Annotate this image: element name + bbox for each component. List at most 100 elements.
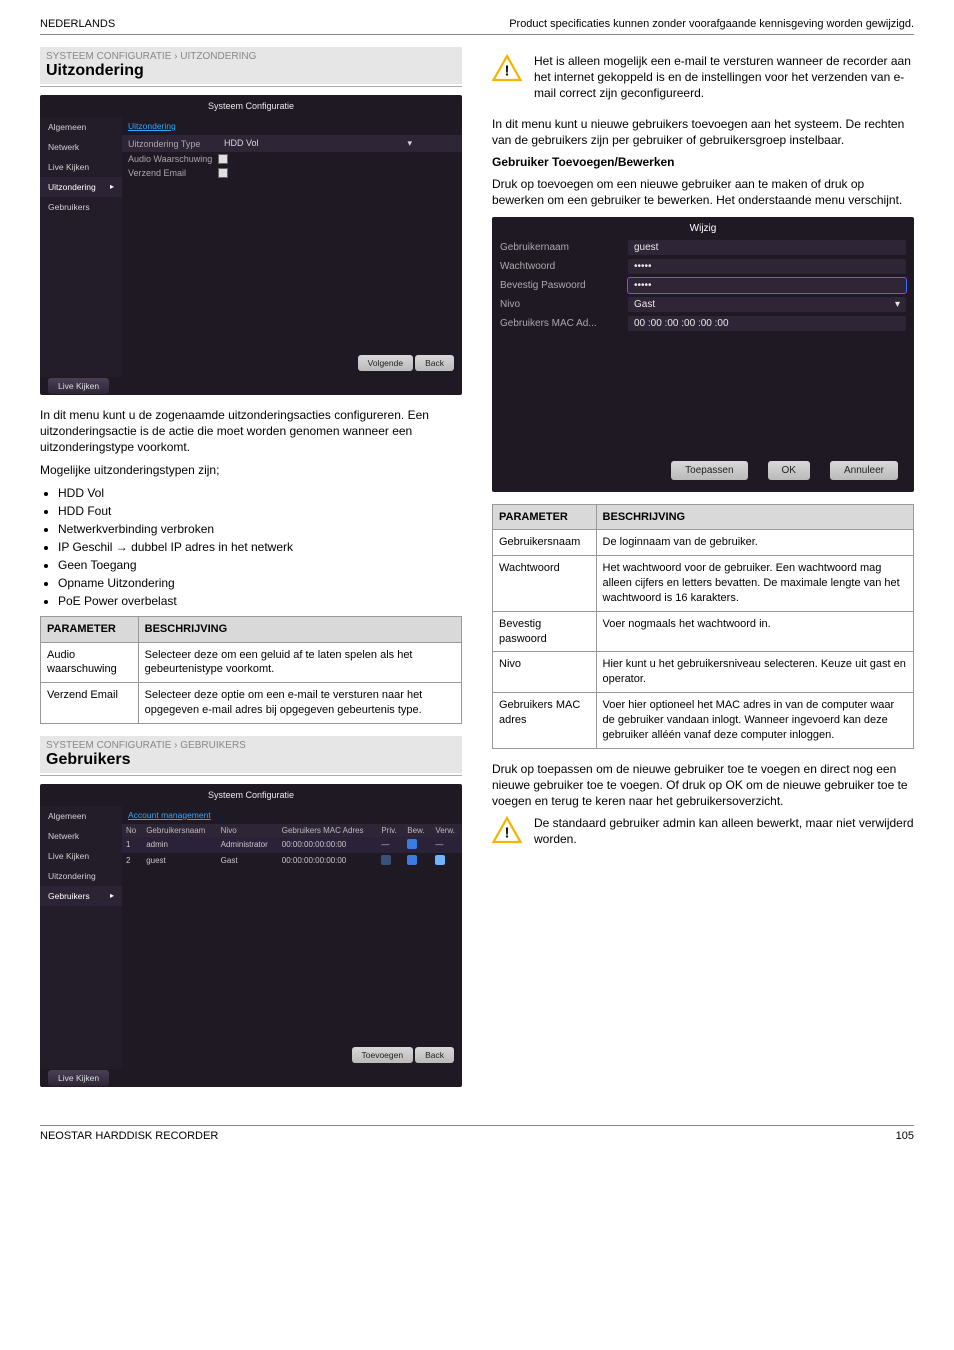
- users-screenshot: Systeem Configuratie Algemeen Netwerk Li…: [40, 784, 462, 1087]
- edit-icon[interactable]: [407, 855, 417, 865]
- sidebar-item-uitzondering[interactable]: Uitzondering: [40, 866, 122, 886]
- username-input[interactable]: guest: [628, 240, 906, 255]
- panel-title: Systeem Configuratie: [40, 784, 462, 806]
- exception-screenshot: Systeem Configuratie Algemeen Netwerk Li…: [40, 95, 462, 395]
- sidebar-item-livekijken[interactable]: Live Kijken: [40, 846, 122, 866]
- user-param-table: PARAMETERBESCHRIJVING GebruikersnaamDe l…: [492, 504, 914, 749]
- edit-user-modal: Wijzig Gebruikernaam guest Wachtwoord ••••…: [492, 217, 914, 492]
- td: Hier kunt u het gebruikersniveau selecte…: [596, 652, 913, 693]
- cancel-button[interactable]: Annuleer: [830, 461, 898, 480]
- td: Voer nogmaals het wachtwoord in.: [596, 611, 913, 652]
- th-parameter: PARAMETER: [493, 504, 597, 530]
- audio-checkbox[interactable]: [218, 154, 228, 164]
- delete-icon[interactable]: [435, 855, 445, 865]
- sidebar: Algemeen Netwerk Live Kijken Uitzonderin…: [40, 806, 122, 1069]
- sidebar-item-netwerk[interactable]: Netwerk: [40, 137, 122, 157]
- td: Nivo: [493, 652, 597, 693]
- divider: [40, 86, 462, 87]
- email-checkbox[interactable]: [218, 168, 228, 178]
- list-item: HDD Fout: [58, 502, 462, 520]
- sidebar-item-gebruikers[interactable]: Gebruikers▸: [40, 886, 122, 906]
- sidebar-item-netwerk[interactable]: Netwerk: [40, 826, 122, 846]
- breadcrumb: Uitzondering: [122, 117, 462, 135]
- field-label: Wachtwoord: [500, 261, 620, 272]
- th: Nivo: [217, 824, 278, 837]
- next-button[interactable]: Volgende: [358, 355, 413, 371]
- sidebar-item-algemeen[interactable]: Algemeen: [40, 117, 122, 137]
- divider: [40, 775, 462, 776]
- warning-block: ! De standaard gebruiker admin kan allee…: [492, 815, 914, 847]
- svg-text:!: !: [505, 63, 510, 80]
- td: Gebruikersnaam: [493, 530, 597, 556]
- mac-input[interactable]: 00 :00 :00 :00 :00 :00: [628, 316, 906, 331]
- footer-left: NEOSTAR HARDDISK RECORDER: [40, 1130, 218, 1142]
- warning-icon: !: [492, 815, 522, 845]
- exception-type-select[interactable]: HDD Vol▾: [218, 137, 418, 150]
- kicker: SYSTEEM CONFIGURATIE › UITZONDERING: [46, 51, 456, 62]
- section-header-users: SYSTEEM CONFIGURATIE › GEBRUIKERS Gebrui…: [40, 736, 462, 773]
- td: Het wachtwoord voor de gebruiker. Een wa…: [596, 556, 913, 612]
- user-table: No Gebruikersnaam Nivo Gebruikers MAC Ad…: [122, 824, 462, 869]
- left-column: SYSTEEM CONFIGURATIE › UITZONDERING Uitz…: [40, 47, 462, 1099]
- kicker: SYSTEEM CONFIGURATIE › GEBRUIKERS: [46, 740, 456, 751]
- back-button[interactable]: Back: [415, 355, 454, 371]
- th: Verw.: [431, 824, 462, 837]
- sidebar-item-gebruikers[interactable]: Gebruikers: [40, 197, 122, 217]
- apply-button[interactable]: Toepassen: [671, 461, 747, 480]
- modal-title: Wijzig: [494, 219, 912, 238]
- field-label: Nivo: [500, 299, 620, 310]
- sidebar: Algemeen Netwerk Live Kijken Uitzonderin…: [40, 117, 122, 377]
- confirm-password-input[interactable]: •••••: [628, 278, 906, 293]
- list-item: Netwerkverbinding verbroken: [58, 520, 462, 538]
- th: Bew.: [403, 824, 431, 837]
- list-item: Opname Uitzondering: [58, 574, 462, 592]
- ok-button[interactable]: OK: [768, 461, 810, 480]
- td: Selecteer deze optie om een e-mail te ve…: [138, 683, 461, 724]
- chevron-down-icon: ▾: [407, 138, 412, 149]
- edit-icon[interactable]: [407, 839, 417, 849]
- privilege-icon[interactable]: [381, 855, 391, 865]
- live-kijken-button[interactable]: Live Kijken: [48, 378, 109, 394]
- th: Gebruikersnaam: [142, 824, 216, 837]
- field-label: Gebruikernaam: [500, 242, 620, 253]
- panel-title: Systeem Configuratie: [40, 95, 462, 117]
- chevron-right-icon: ▸: [110, 182, 114, 191]
- row-label: Uitzondering Type: [128, 139, 218, 149]
- td: Voer hier optioneel het MAC adres in van…: [596, 693, 913, 749]
- field-label: Bevestig Paswoord: [500, 280, 620, 291]
- body-text: In dit menu kunt u de zogenaamde uitzond…: [40, 407, 462, 456]
- table-row[interactable]: 1 admin Administrator 00:00:00:00:00:00 …: [122, 837, 462, 853]
- body-text: Mogelijke uitzonderingstypen zijn;: [40, 462, 462, 478]
- th: Gebruikers MAC Adres: [278, 824, 378, 837]
- warning-block: ! Het is alleen mogelijk een e-mail te v…: [492, 53, 914, 102]
- chevron-right-icon: ▸: [110, 891, 114, 900]
- header-right: Product specificaties kunnen zonder voor…: [509, 18, 914, 30]
- list-item: Geen Toegang: [58, 556, 462, 574]
- password-input[interactable]: •••••: [628, 259, 906, 274]
- td: Bevestig paswoord: [493, 611, 597, 652]
- live-kijken-button[interactable]: Live Kijken: [48, 1070, 109, 1086]
- warning-icon: !: [492, 53, 522, 83]
- row-label: Audio Waarschuwing: [128, 154, 218, 164]
- back-button[interactable]: Back: [415, 1047, 454, 1063]
- add-button[interactable]: Toevoegen: [352, 1047, 414, 1063]
- th: Priv.: [377, 824, 403, 837]
- list-item: IP Geschil → dubbel IP adres in het netw…: [58, 538, 462, 556]
- sidebar-item-algemeen[interactable]: Algemeen: [40, 806, 122, 826]
- td: Wachtwoord: [493, 556, 597, 612]
- title: Gebruikers: [46, 751, 456, 769]
- title: Uitzondering: [46, 62, 456, 80]
- sidebar-item-livekijken[interactable]: Live Kijken: [40, 157, 122, 177]
- td: Gebruikers MAC adres: [493, 693, 597, 749]
- breadcrumb: Account management: [122, 806, 462, 824]
- field-label: Gebruikers MAC Ad...: [500, 318, 620, 329]
- row-label: Verzend Email: [128, 168, 218, 178]
- td: Verzend Email: [41, 683, 139, 724]
- sidebar-item-uitzondering[interactable]: Uitzondering▸: [40, 177, 122, 197]
- header-left: NEDERLANDS: [40, 18, 115, 30]
- subheading: Gebruiker Toevoegen/Bewerken: [492, 154, 914, 170]
- table-row[interactable]: 2 guest Gast 00:00:00:00:00:00: [122, 853, 462, 869]
- footer-right: 105: [896, 1130, 914, 1142]
- nivo-select[interactable]: Gast▾: [628, 297, 906, 312]
- section-header-exception: SYSTEEM CONFIGURATIE › UITZONDERING Uitz…: [40, 47, 462, 84]
